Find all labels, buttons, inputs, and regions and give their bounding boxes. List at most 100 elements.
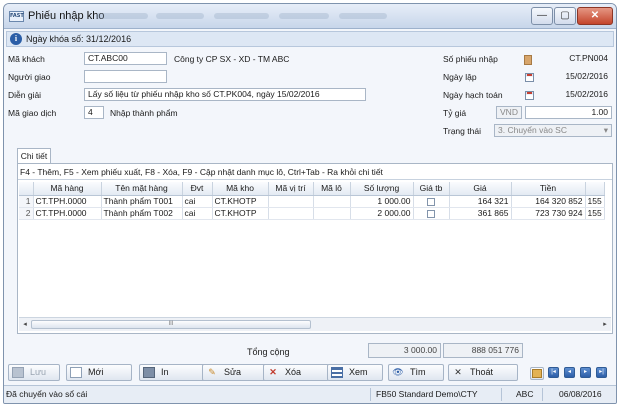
- view-button[interactable]: Xem: [327, 364, 383, 381]
- new-button[interactable]: Mới: [66, 364, 132, 381]
- save-button[interactable]: Lưu: [8, 364, 60, 381]
- avg-price-checkbox[interactable]: [427, 197, 435, 206]
- column-header[interactable]: Tiền: [511, 182, 586, 196]
- pencil-icon: ✎: [208, 367, 216, 377]
- maximize-button[interactable]: ▢: [554, 7, 576, 25]
- voucher-number-input[interactable]: CT.PN004: [538, 52, 612, 65]
- status-message: Đã chuyển vào sổ cái: [6, 389, 88, 399]
- detail-grid-panel: F4 - Thêm, F5 - Xem phiếu xuất, F8 - Xóa…: [17, 163, 613, 334]
- blurred-background-title: [96, 13, 148, 19]
- floppy-icon: [12, 367, 24, 378]
- column-header[interactable]: Mã vị trí: [268, 182, 314, 196]
- horizontal-scrollbar[interactable]: ◂ III ▸: [19, 317, 611, 331]
- status-select-value: 3. Chuyển vào SC: [498, 125, 567, 135]
- cell-price[interactable]: 164 321: [449, 195, 512, 208]
- cell-avg-price[interactable]: [413, 207, 450, 220]
- column-header[interactable]: Giá tb: [413, 182, 450, 196]
- cell-account[interactable]: 155: [585, 207, 605, 220]
- minimize-button[interactable]: —: [531, 7, 553, 25]
- cell-avg-price[interactable]: [413, 195, 450, 208]
- status-user: ABC: [516, 389, 534, 399]
- description-label: Diễn giải: [8, 90, 42, 100]
- scroll-left-arrow-icon[interactable]: ◂: [20, 320, 30, 329]
- cell-item-name[interactable]: Thành phẩm T001: [101, 195, 183, 208]
- close-button[interactable]: ✕: [577, 7, 613, 25]
- window-title: Phiếu nhập kho: [28, 10, 105, 22]
- cell-location[interactable]: [268, 207, 314, 220]
- cell-item-code[interactable]: CT.TPH.0000: [33, 195, 102, 208]
- blurred-background-title: [214, 13, 269, 19]
- exchange-rate-label: Tỷ giá: [443, 108, 467, 118]
- total-quantity: 3 000.00: [368, 343, 441, 358]
- blurred-background-title: [279, 13, 329, 19]
- filter-button[interactable]: [530, 367, 544, 380]
- cell-amount[interactable]: 723 730 924: [511, 207, 586, 220]
- cell-lot[interactable]: [313, 207, 351, 220]
- table-row[interactable]: 2 CT.TPH.0000 Thành phẩm T002 cai CT.KHO…: [19, 207, 605, 220]
- column-header[interactable]: Số lượng: [350, 182, 414, 196]
- previous-record-button[interactable]: ◂: [564, 367, 575, 378]
- created-date-label: Ngày lập: [443, 72, 477, 82]
- column-header[interactable]: Đvt: [182, 182, 213, 196]
- cell-unit[interactable]: cai: [182, 195, 213, 208]
- tab-chi-tiet[interactable]: Chi tiết: [17, 148, 51, 164]
- print-button[interactable]: In: [139, 364, 205, 381]
- new-document-icon: [70, 367, 82, 378]
- close-icon: ✕: [454, 367, 462, 377]
- created-date-input[interactable]: 15/02/2016: [538, 70, 612, 83]
- folder-icon: [532, 369, 542, 378]
- scroll-thumb[interactable]: III: [31, 320, 311, 329]
- lock-date-text: Ngày khóa số: 31/12/2016: [26, 34, 132, 44]
- status-label: Trạng thái: [443, 126, 481, 136]
- cell-warehouse[interactable]: CT.KHOTP: [212, 195, 269, 208]
- next-record-button[interactable]: ▸: [580, 367, 591, 378]
- scroll-right-arrow-icon[interactable]: ▸: [600, 320, 610, 329]
- status-select[interactable]: 3. Chuyển vào SC ▾: [494, 124, 612, 137]
- posting-date-input[interactable]: 15/02/2016: [538, 88, 612, 101]
- calendar-icon[interactable]: [525, 73, 534, 82]
- description-input[interactable]: Lấy số liệu từ phiếu nhập kho số CT.PK00…: [84, 88, 366, 101]
- cell-quantity[interactable]: 2 000.00: [350, 207, 414, 220]
- avg-price-checkbox[interactable]: [427, 209, 435, 218]
- title-bar[interactable]: FAST Phiếu nhập kho — ▢ ✕: [4, 4, 616, 29]
- transaction-code-label: Mã giao dịch: [8, 108, 57, 118]
- exit-button[interactable]: ✕ Thoát: [448, 364, 518, 381]
- deliverer-input[interactable]: [84, 70, 167, 83]
- cell-price[interactable]: 361 865: [449, 207, 512, 220]
- cell-quantity[interactable]: 1 000.00: [350, 195, 414, 208]
- find-button[interactable]: 👁 Tìm: [388, 364, 444, 381]
- binoculars-icon: 👁: [392, 367, 404, 377]
- currency-field: VND: [496, 106, 522, 119]
- column-header: [585, 182, 605, 196]
- cell-lot[interactable]: [313, 195, 351, 208]
- cell-warehouse[interactable]: CT.KHOTP: [212, 207, 269, 220]
- view-grid-icon: [331, 367, 343, 378]
- cell-amount[interactable]: 164 320 852: [511, 195, 586, 208]
- customer-code-input[interactable]: CT.ABC00: [84, 52, 167, 65]
- voucher-book-icon[interactable]: [524, 55, 532, 65]
- cell-location[interactable]: [268, 195, 314, 208]
- exchange-rate-input[interactable]: 1.00: [525, 106, 612, 119]
- table-header-row: Mã hàng Tên mặt hàng Đvt Mã kho Mã vị tr…: [19, 182, 605, 196]
- row-number: 2: [19, 207, 34, 220]
- grid-shortcut-hint: F4 - Thêm, F5 - Xem phiếu xuất, F8 - Xóa…: [20, 167, 383, 177]
- deliverer-label: Người giao: [8, 72, 51, 82]
- cell-item-name[interactable]: Thành phẩm T002: [101, 207, 183, 220]
- table-row[interactable]: 1 CT.TPH.0000 Thành phẩm T001 cai CT.KHO…: [19, 195, 605, 208]
- column-header[interactable]: Giá: [449, 182, 512, 196]
- column-header[interactable]: Tên mặt hàng: [101, 182, 183, 196]
- calendar-icon[interactable]: [525, 91, 534, 100]
- first-record-button[interactable]: |◂: [548, 367, 559, 378]
- blurred-background-title: [156, 13, 204, 19]
- last-record-button[interactable]: ▸|: [596, 367, 607, 378]
- column-header[interactable]: Mã lô: [313, 182, 351, 196]
- column-header[interactable]: Mã hàng: [33, 182, 102, 196]
- cell-unit[interactable]: cai: [182, 207, 213, 220]
- transaction-code-input[interactable]: 4: [84, 106, 104, 119]
- delete-icon: ✕: [269, 367, 277, 377]
- edit-button[interactable]: ✎ Sửa: [202, 364, 268, 381]
- delete-button[interactable]: ✕ Xóa: [263, 364, 329, 381]
- cell-account[interactable]: 155: [585, 195, 605, 208]
- cell-item-code[interactable]: CT.TPH.0000: [33, 207, 102, 220]
- column-header[interactable]: Mã kho: [212, 182, 269, 196]
